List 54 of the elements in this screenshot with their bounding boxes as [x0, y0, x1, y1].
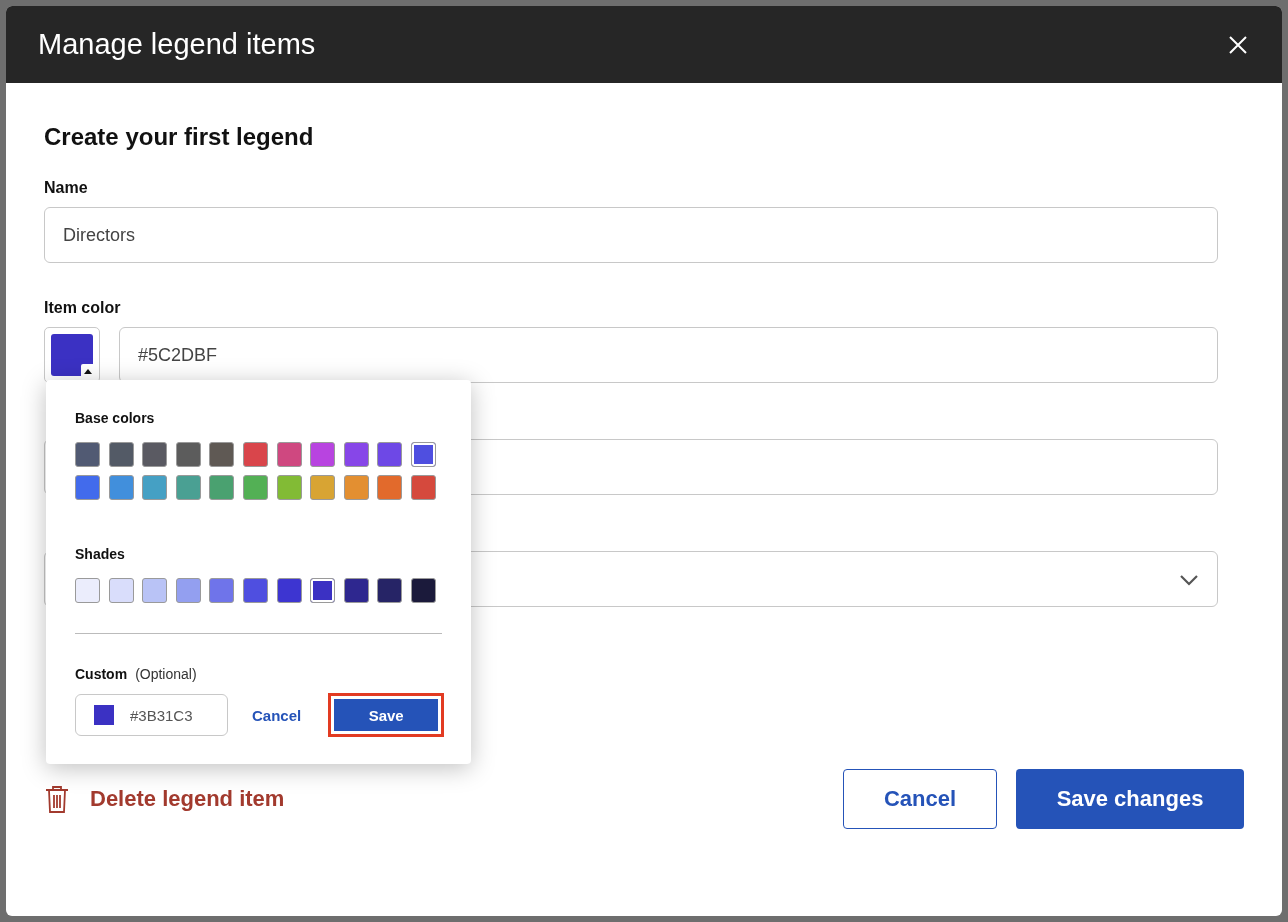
- color-swatch[interactable]: [377, 442, 403, 467]
- color-swatch[interactable]: [108, 442, 134, 467]
- color-swatch[interactable]: [75, 442, 100, 467]
- save-changes-button[interactable]: Save changes: [1016, 769, 1244, 829]
- color-swatch[interactable]: [142, 475, 168, 500]
- caret-icon: [81, 364, 95, 378]
- color-swatch[interactable]: [242, 442, 268, 467]
- color-swatch[interactable]: [377, 475, 403, 500]
- section-label: Shades: [75, 546, 125, 562]
- color-swatch[interactable]: [276, 442, 302, 467]
- color-swatch[interactable]: [209, 475, 235, 500]
- color-swatch[interactable]: [108, 475, 134, 500]
- color-swatch[interactable]: [276, 578, 302, 603]
- delete-button[interactable]: Delete legend item: [44, 784, 285, 814]
- color-swatch[interactable]: [410, 442, 436, 467]
- cancel-button[interactable]: Cancel: [843, 769, 997, 829]
- color-picker-button[interactable]: [44, 327, 100, 383]
- optional-hint: (Optional): [135, 666, 197, 682]
- section-label: Custom: [75, 666, 128, 682]
- field-label: Name: [44, 179, 88, 197]
- color-swatch[interactable]: [242, 578, 268, 603]
- name-field[interactable]: Directors: [44, 207, 1218, 263]
- color-swatch[interactable]: [276, 475, 302, 500]
- custom-color-field[interactable]: #3B31C3: [75, 694, 228, 736]
- color-swatch[interactable]: [175, 578, 201, 603]
- color-swatch[interactable]: [410, 578, 436, 603]
- color-swatch[interactable]: [343, 442, 369, 467]
- color-swatch[interactable]: [209, 578, 235, 603]
- color-swatch[interactable]: [310, 578, 336, 603]
- color-swatch[interactable]: [75, 578, 100, 603]
- color-swatch[interactable]: [343, 578, 369, 603]
- color-swatch[interactable]: [142, 578, 168, 603]
- color-swatch[interactable]: [142, 442, 168, 467]
- color-swatch[interactable]: [242, 475, 268, 500]
- delete-label: Delete legend item: [90, 786, 285, 812]
- color-swatch[interactable]: [175, 442, 201, 467]
- cancel-link[interactable]: Cancel: [252, 706, 302, 724]
- field-label: Item color: [44, 299, 121, 317]
- section-heading: Create your first legend: [44, 123, 314, 151]
- color-swatch[interactable]: [175, 475, 201, 500]
- section-label: Base colors: [75, 410, 155, 426]
- color-swatch[interactable]: [377, 578, 403, 603]
- save-button[interactable]: Save: [331, 696, 442, 734]
- color-swatch[interactable]: [108, 578, 134, 603]
- color-swatch[interactable]: [209, 442, 235, 467]
- color-swatch[interactable]: [75, 475, 100, 500]
- color-swatch[interactable]: [343, 475, 369, 500]
- close-icon[interactable]: [1228, 34, 1248, 55]
- color-swatch[interactable]: [410, 475, 436, 500]
- color-hex-field[interactable]: #5C2DBF: [119, 327, 1218, 383]
- color-swatch[interactable]: [310, 475, 336, 500]
- color-swatch[interactable]: [310, 442, 336, 467]
- trash-icon: [44, 784, 70, 814]
- dialog-title: Manage legend items: [38, 28, 316, 61]
